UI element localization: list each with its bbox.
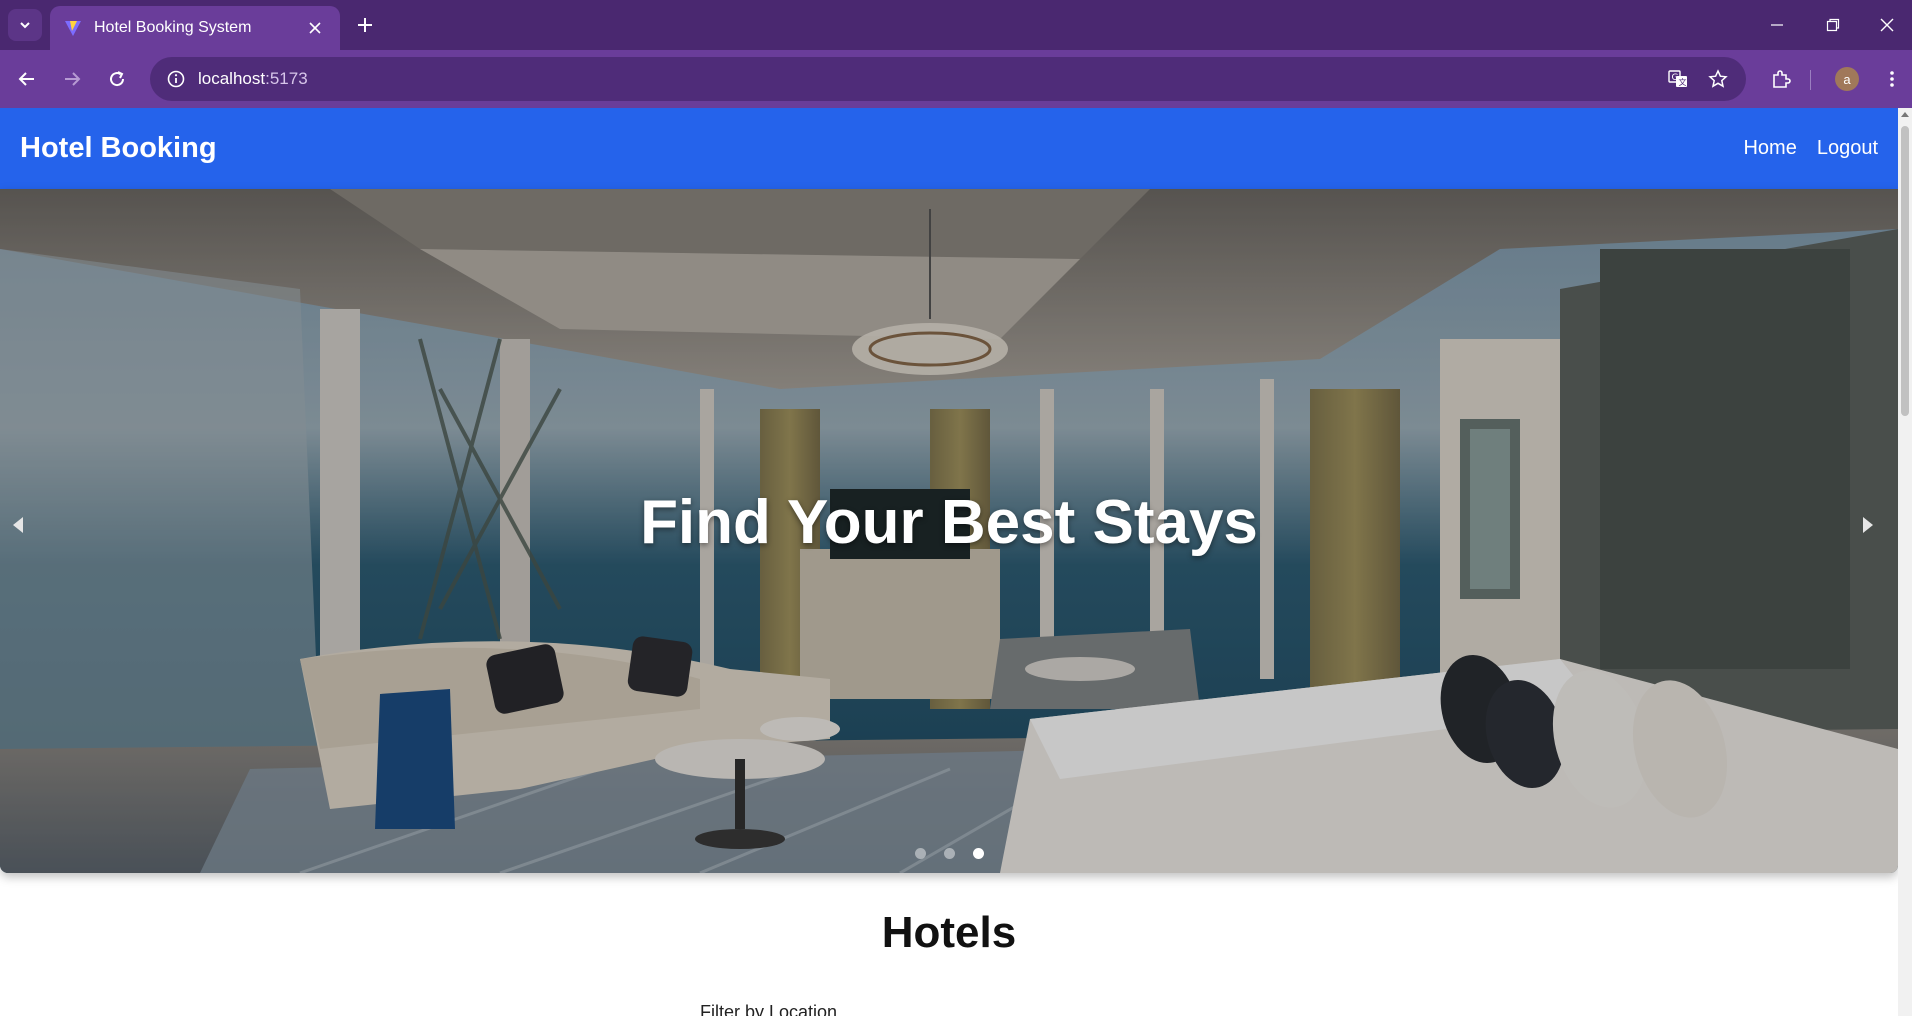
hero-title: Find Your Best Stays [640, 487, 1258, 557]
browser-tab[interactable]: Hotel Booking System [50, 6, 340, 50]
arrow-left-icon [18, 72, 34, 86]
nav-link-logout[interactable]: Logout [1817, 137, 1878, 160]
site-info-icon[interactable] [154, 57, 198, 101]
carousel-dot-1[interactable] [914, 848, 926, 859]
profile-avatar[interactable]: a [1835, 67, 1859, 91]
carousel-next-arrow[interactable] [1856, 511, 1880, 539]
puzzle-icon [1773, 70, 1791, 88]
restore-icon [1826, 18, 1840, 32]
back-button[interactable] [10, 62, 44, 96]
restore-button[interactable] [1805, 0, 1861, 50]
browser-menu-button[interactable] [1875, 62, 1909, 96]
reload-button[interactable] [100, 62, 134, 96]
url-text: localhost:5173 [198, 69, 308, 89]
close-icon [1880, 18, 1893, 32]
url-port: :5173 [265, 69, 308, 88]
nav-link-home[interactable]: Home [1743, 137, 1796, 160]
arrow-right-icon [65, 72, 81, 86]
tab-search-button[interactable] [8, 9, 42, 41]
filter-by-location-label: Filter by Location [700, 1002, 838, 1016]
extensions-button[interactable] [1764, 62, 1798, 96]
tab-close-icon[interactable] [304, 17, 326, 39]
scrollbar-thumb[interactable] [1901, 126, 1909, 416]
translate-icon[interactable]: G文 [1658, 57, 1698, 101]
browser-tab-bar: Hotel Booking System [0, 0, 1912, 50]
address-bar[interactable]: localhost:5173 G文 [150, 57, 1746, 101]
bookmark-star-icon[interactable] [1698, 57, 1738, 101]
app-navbar: Hotel Booking Home Logout [0, 108, 1898, 189]
minimize-icon [1771, 24, 1783, 26]
minimize-button[interactable] [1749, 0, 1805, 50]
close-window-button[interactable] [1861, 0, 1912, 50]
carousel-dots [0, 848, 1898, 859]
browser-toolbar: localhost:5173 G文 a [0, 50, 1912, 108]
page-scrollbar[interactable] [1898, 108, 1912, 1016]
carousel-dot-3[interactable] [972, 848, 984, 859]
kebab-menu-icon [1890, 71, 1894, 87]
vite-favicon-icon [65, 21, 81, 36]
scroll-up-icon[interactable] [1901, 112, 1909, 117]
chevron-down-icon [20, 22, 30, 29]
reload-icon [110, 71, 125, 87]
forward-button[interactable] [55, 62, 89, 96]
hotels-section-title: Hotels [881, 908, 1017, 957]
carousel-dot-2[interactable] [943, 848, 955, 859]
tab-title: Hotel Booking System [94, 19, 252, 36]
new-tab-button[interactable] [350, 10, 380, 40]
url-host: localhost [198, 69, 266, 88]
caret-left-icon [13, 517, 23, 533]
toolbar-separator [1810, 70, 1811, 90]
caret-right-icon [1863, 517, 1873, 533]
carousel-prev-arrow[interactable] [6, 511, 30, 539]
svg-text:文: 文 [1679, 77, 1687, 87]
plus-icon [358, 18, 372, 32]
page-viewport: Hotel Booking Home Logout Find Your Best… [0, 108, 1898, 1016]
hero-carousel[interactable]: Find Your Best Stays [0, 189, 1898, 873]
brand-logo[interactable]: Hotel Booking [20, 132, 1723, 165]
